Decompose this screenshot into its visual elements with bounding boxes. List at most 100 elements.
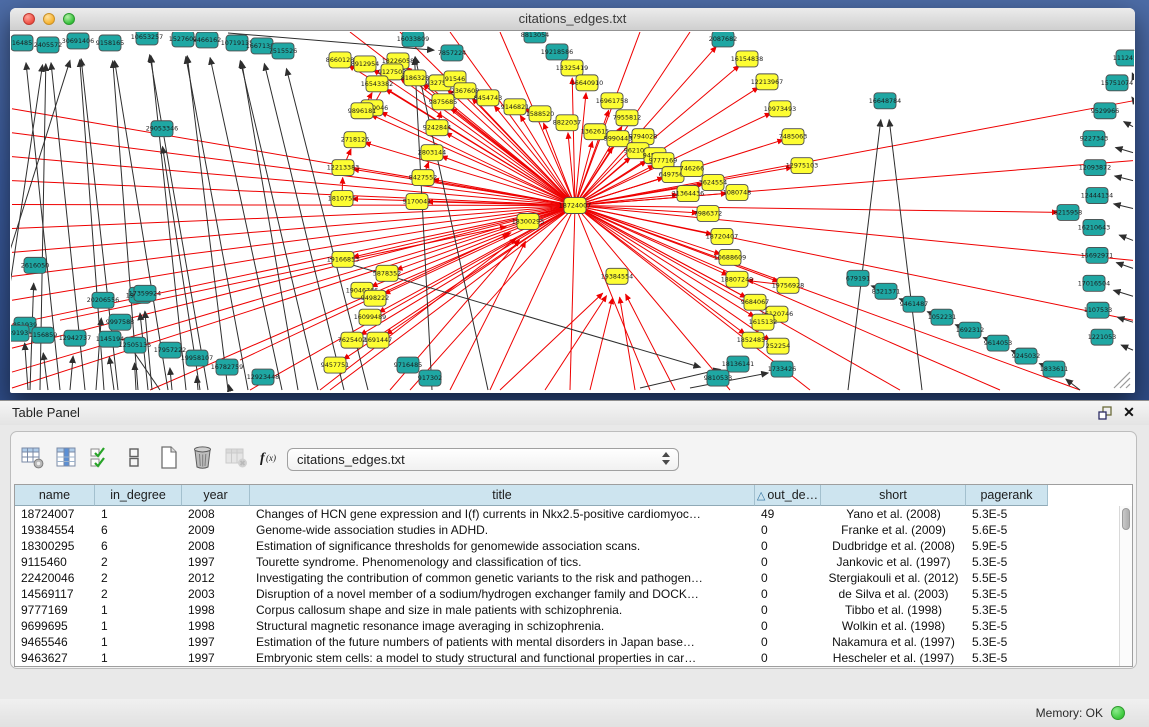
- citation-network-graph[interactable]: 1872400718300295193845541648524055723069…: [11, 32, 1134, 392]
- table-cell[interactable]: 18724007: [15, 506, 95, 522]
- table-row[interactable]: 1938455462009Genome-wide association stu…: [15, 522, 1119, 538]
- table-cell[interactable]: Genome-wide association studies in ADHD.: [250, 522, 755, 538]
- table-cell[interactable]: Nakamura et al. (1997): [821, 634, 966, 650]
- table-cell[interactable]: 1: [95, 634, 182, 650]
- column-header-out_de[interactable]: △out_de…: [755, 485, 821, 506]
- network-canvas[interactable]: 1872400718300295193845541648524055723069…: [11, 32, 1134, 392]
- table-cell[interactable]: 2009: [182, 522, 250, 538]
- edit-columns-button[interactable]: [87, 444, 114, 471]
- table-cell[interactable]: 0: [755, 570, 821, 586]
- table-cell[interactable]: 2008: [182, 506, 250, 522]
- table-cell[interactable]: 5.3E-5: [966, 602, 1048, 618]
- table-cell[interactable]: 5.6E-5: [966, 522, 1048, 538]
- table-scrollbar-thumb[interactable]: [1122, 508, 1130, 530]
- table-cell[interactable]: 0: [755, 634, 821, 650]
- float-panel-button[interactable]: [1097, 405, 1113, 421]
- table-cell[interactable]: 2012: [182, 570, 250, 586]
- table-cell[interactable]: 2003: [182, 586, 250, 602]
- table-row[interactable]: 1830029562008Estimation of significance …: [15, 538, 1119, 554]
- close-panel-button[interactable]: ✕: [1121, 403, 1137, 421]
- table-cell[interactable]: 1998: [182, 618, 250, 634]
- table-cell[interactable]: 18300295: [15, 538, 95, 554]
- table-cell[interactable]: 1: [95, 618, 182, 634]
- table-row[interactable]: 946554611997Estimation of the future num…: [15, 634, 1119, 650]
- row-selection-button[interactable]: [121, 444, 148, 471]
- table-cell[interactable]: 5.5E-5: [966, 570, 1048, 586]
- table-cell[interactable]: Estimation of the future numbers of pati…: [250, 634, 755, 650]
- table-cell[interactable]: Structural magnetic resonance image aver…: [250, 618, 755, 634]
- table-row[interactable]: 946362711997Embryonic stem cells: a mode…: [15, 650, 1119, 666]
- table-cell[interactable]: de Silva et al. (2003): [821, 586, 966, 602]
- table-cell[interactable]: 14569117: [15, 586, 95, 602]
- table-row[interactable]: 969969511998Structural magnetic resonanc…: [15, 618, 1119, 634]
- column-header-year[interactable]: year: [182, 485, 250, 506]
- table-cell[interactable]: 5.3E-5: [966, 506, 1048, 522]
- create-column-button[interactable]: [155, 444, 182, 471]
- table-cell[interactable]: 5.3E-5: [966, 650, 1048, 666]
- table-cell[interactable]: 9115460: [15, 554, 95, 570]
- table-cell[interactable]: 0: [755, 538, 821, 554]
- table-row[interactable]: 911546021997Tourette syndrome. Phenomeno…: [15, 554, 1119, 570]
- table-cell[interactable]: 1997: [182, 650, 250, 666]
- table-cell[interactable]: 2: [95, 554, 182, 570]
- table-scrollbar[interactable]: [1119, 506, 1132, 666]
- table-cell[interactable]: 5.3E-5: [966, 618, 1048, 634]
- table-cell[interactable]: 1: [95, 506, 182, 522]
- table-cell[interactable]: Franke et al. (2009): [821, 522, 966, 538]
- table-cell[interactable]: Jankovic et al. (1997): [821, 554, 966, 570]
- table-cell[interactable]: 6: [95, 522, 182, 538]
- table-cell[interactable]: Embryonic stem cells: a model to study s…: [250, 650, 755, 666]
- table-cell[interactable]: 0: [755, 554, 821, 570]
- delete-table-button[interactable]: [223, 444, 250, 471]
- resize-grip-icon[interactable]: [1114, 372, 1130, 388]
- table-cell[interactable]: 22420046: [15, 570, 95, 586]
- table-cell[interactable]: 9463627: [15, 650, 95, 666]
- table-cell[interactable]: Changes of HCN gene expression and I(f) …: [250, 506, 755, 522]
- table-cell[interactable]: Wolkin et al. (1998): [821, 618, 966, 634]
- window-titlebar[interactable]: citations_edges.txt: [10, 8, 1135, 31]
- column-header-in_degree[interactable]: in_degree: [95, 485, 182, 506]
- table-cell[interactable]: 1997: [182, 634, 250, 650]
- table-cell[interactable]: 2008: [182, 538, 250, 554]
- table-cell[interactable]: 5.3E-5: [966, 554, 1048, 570]
- table-cell[interactable]: Estimation of significance thresholds fo…: [250, 538, 755, 554]
- table-cell[interactable]: 1997: [182, 554, 250, 570]
- table-cell[interactable]: 6: [95, 538, 182, 554]
- zoom-window-button[interactable]: [63, 13, 75, 25]
- column-header-title[interactable]: title: [250, 485, 755, 506]
- table-cell[interactable]: Tibbo et al. (1998): [821, 602, 966, 618]
- table-cell[interactable]: 2: [95, 570, 182, 586]
- table-cell[interactable]: Dudbridge et al. (2008): [821, 538, 966, 554]
- function-builder-button[interactable]: f (x): [257, 444, 284, 471]
- delete-column-button[interactable]: [189, 444, 216, 471]
- table-cell[interactable]: 9465546: [15, 634, 95, 650]
- table-row[interactable]: 1872400712008Changes of HCN gene express…: [15, 506, 1119, 522]
- table-cell[interactable]: 0: [755, 602, 821, 618]
- table-cell[interactable]: Tourette syndrome. Phenomenology and cla…: [250, 554, 755, 570]
- table-row[interactable]: 977716911998Corpus callosum shape and si…: [15, 602, 1119, 618]
- table-cell[interactable]: Investigating the contribution of common…: [250, 570, 755, 586]
- show-columns-button[interactable]: [53, 444, 80, 471]
- table-cell[interactable]: 5.3E-5: [966, 634, 1048, 650]
- table-cell[interactable]: 5.9E-5: [966, 538, 1048, 554]
- close-window-button[interactable]: [23, 13, 35, 25]
- table-cell[interactable]: 0: [755, 618, 821, 634]
- table-row[interactable]: 2242004622012Investigating the contribut…: [15, 570, 1119, 586]
- table-row[interactable]: 1456911722003Disruption of a novel membe…: [15, 586, 1119, 602]
- table-cell[interactable]: 49: [755, 506, 821, 522]
- table-cell[interactable]: 1: [95, 650, 182, 666]
- table-cell[interactable]: 5.3E-5: [966, 586, 1048, 602]
- table-cell[interactable]: 9777169: [15, 602, 95, 618]
- minimize-window-button[interactable]: [43, 13, 55, 25]
- table-cell[interactable]: Hescheler et al. (1997): [821, 650, 966, 666]
- table-cell[interactable]: 2: [95, 586, 182, 602]
- table-cell[interactable]: Stergiakouli et al. (2012): [821, 570, 966, 586]
- table-cell[interactable]: 19384554: [15, 522, 95, 538]
- table-cell[interactable]: 0: [755, 650, 821, 666]
- table-cell[interactable]: Corpus callosum shape and size in male p…: [250, 602, 755, 618]
- table-selector-dropdown[interactable]: citations_edges.txt: [287, 448, 679, 471]
- table-mode-button[interactable]: [19, 444, 46, 471]
- column-header-short[interactable]: short: [821, 485, 966, 506]
- table-cell[interactable]: 0: [755, 522, 821, 538]
- table-cell[interactable]: Yano et al. (2008): [821, 506, 966, 522]
